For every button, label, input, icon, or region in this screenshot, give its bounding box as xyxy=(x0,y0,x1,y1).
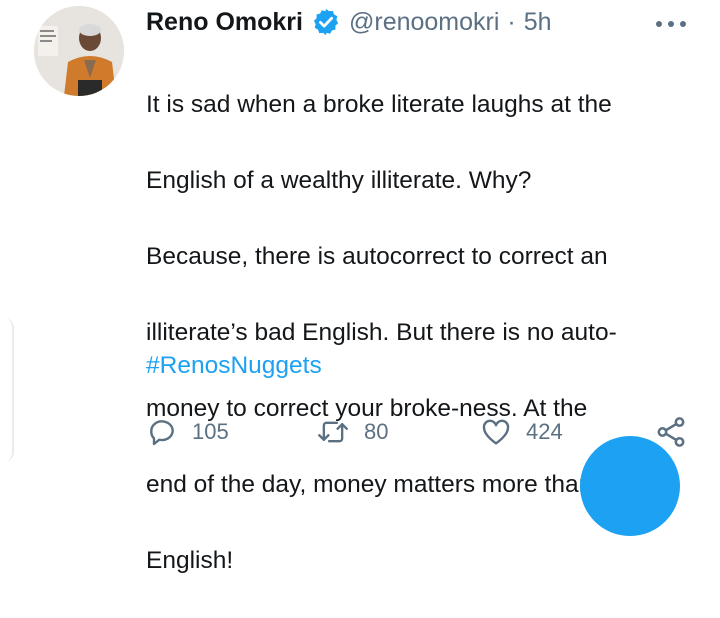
separator-dot: · xyxy=(507,7,516,36)
retweet-button[interactable]: 80 xyxy=(316,412,388,452)
verified-badge-icon xyxy=(313,8,339,36)
heart-icon xyxy=(482,419,510,445)
compose-tweet-button[interactable] xyxy=(580,436,680,536)
share-icon xyxy=(657,417,685,447)
author-handle[interactable]: @renoomokri xyxy=(349,8,499,37)
more-options-icon[interactable] xyxy=(654,16,688,32)
tweet-text-line: English! xyxy=(146,547,234,574)
tweet-text-line: illiterate’s bad English. But there is n… xyxy=(146,319,617,346)
tweet-text-line: English of a wealthy illiterate. Why? xyxy=(146,167,532,194)
reply-button[interactable]: 105 xyxy=(146,412,229,452)
tweet-header: Reno Omokri @renoomokri · 5h xyxy=(146,5,552,39)
tweet-text-line: It is sad when a broke literate laughs a… xyxy=(146,91,612,118)
like-button[interactable]: 424 xyxy=(480,412,563,452)
author-name[interactable]: Reno Omokri xyxy=(146,8,303,37)
retweet-icon xyxy=(318,421,348,443)
left-panel-edge xyxy=(0,318,14,462)
tweet-text-line: Because, there is autocorrect to correct… xyxy=(146,243,608,270)
tweet-timestamp[interactable]: 5h xyxy=(524,8,552,37)
reply-count: 105 xyxy=(192,419,229,444)
avatar[interactable] xyxy=(34,6,124,96)
like-count: 424 xyxy=(526,419,563,444)
avatar-photo xyxy=(34,6,124,96)
retweet-count: 80 xyxy=(364,419,389,444)
reply-icon xyxy=(150,420,174,446)
hashtag-link[interactable]: #RenosNuggets xyxy=(146,352,322,380)
